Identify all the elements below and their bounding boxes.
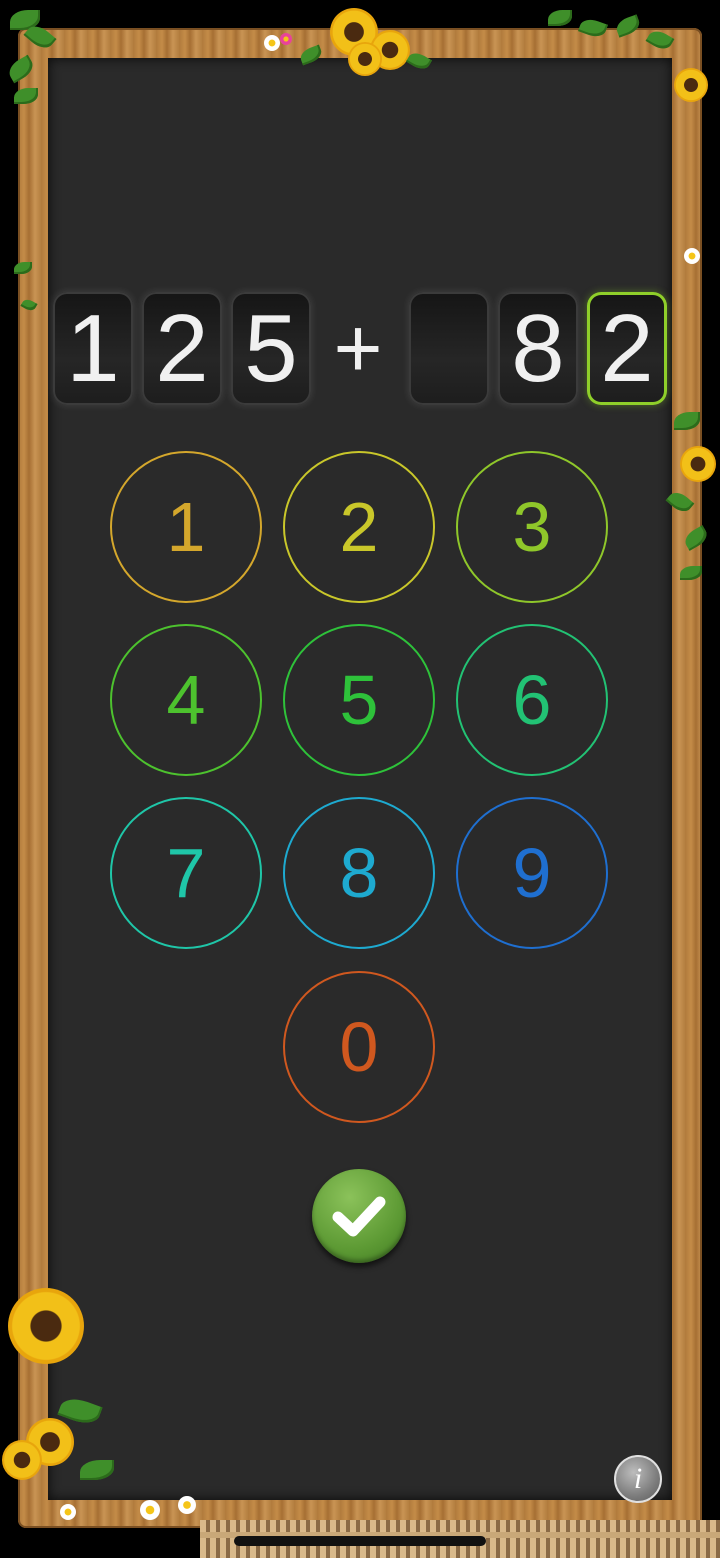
home-indicator (234, 1536, 486, 1546)
left-digit-tens: 2 (142, 292, 222, 405)
submit-answer-button[interactable] (312, 1169, 406, 1263)
key-5-button[interactable]: 5 (283, 624, 435, 776)
key-7-button[interactable]: 7 (110, 797, 262, 949)
answer-digit-hundreds[interactable] (409, 292, 489, 405)
key-0-button[interactable]: 0 (283, 971, 435, 1123)
key-9-button[interactable]: 9 (456, 797, 608, 949)
answer-digit-tens[interactable]: 8 (498, 292, 578, 405)
info-button[interactable]: i (614, 1455, 662, 1503)
checkmark-icon (332, 1196, 386, 1237)
left-digit-hundreds: 1 (53, 292, 133, 405)
key-2-button[interactable]: 2 (283, 451, 435, 603)
key-6-button[interactable]: 6 (456, 624, 608, 776)
answer-digit-ones[interactable]: 2 (587, 292, 667, 405)
key-8-button[interactable]: 8 (283, 797, 435, 949)
plus-operator: + (333, 301, 383, 395)
key-1-button[interactable]: 1 (110, 451, 262, 603)
key-4-button[interactable]: 4 (110, 624, 262, 776)
left-digit-ones: 5 (231, 292, 311, 405)
chalkboard (48, 58, 672, 1500)
key-3-button[interactable]: 3 (456, 451, 608, 603)
